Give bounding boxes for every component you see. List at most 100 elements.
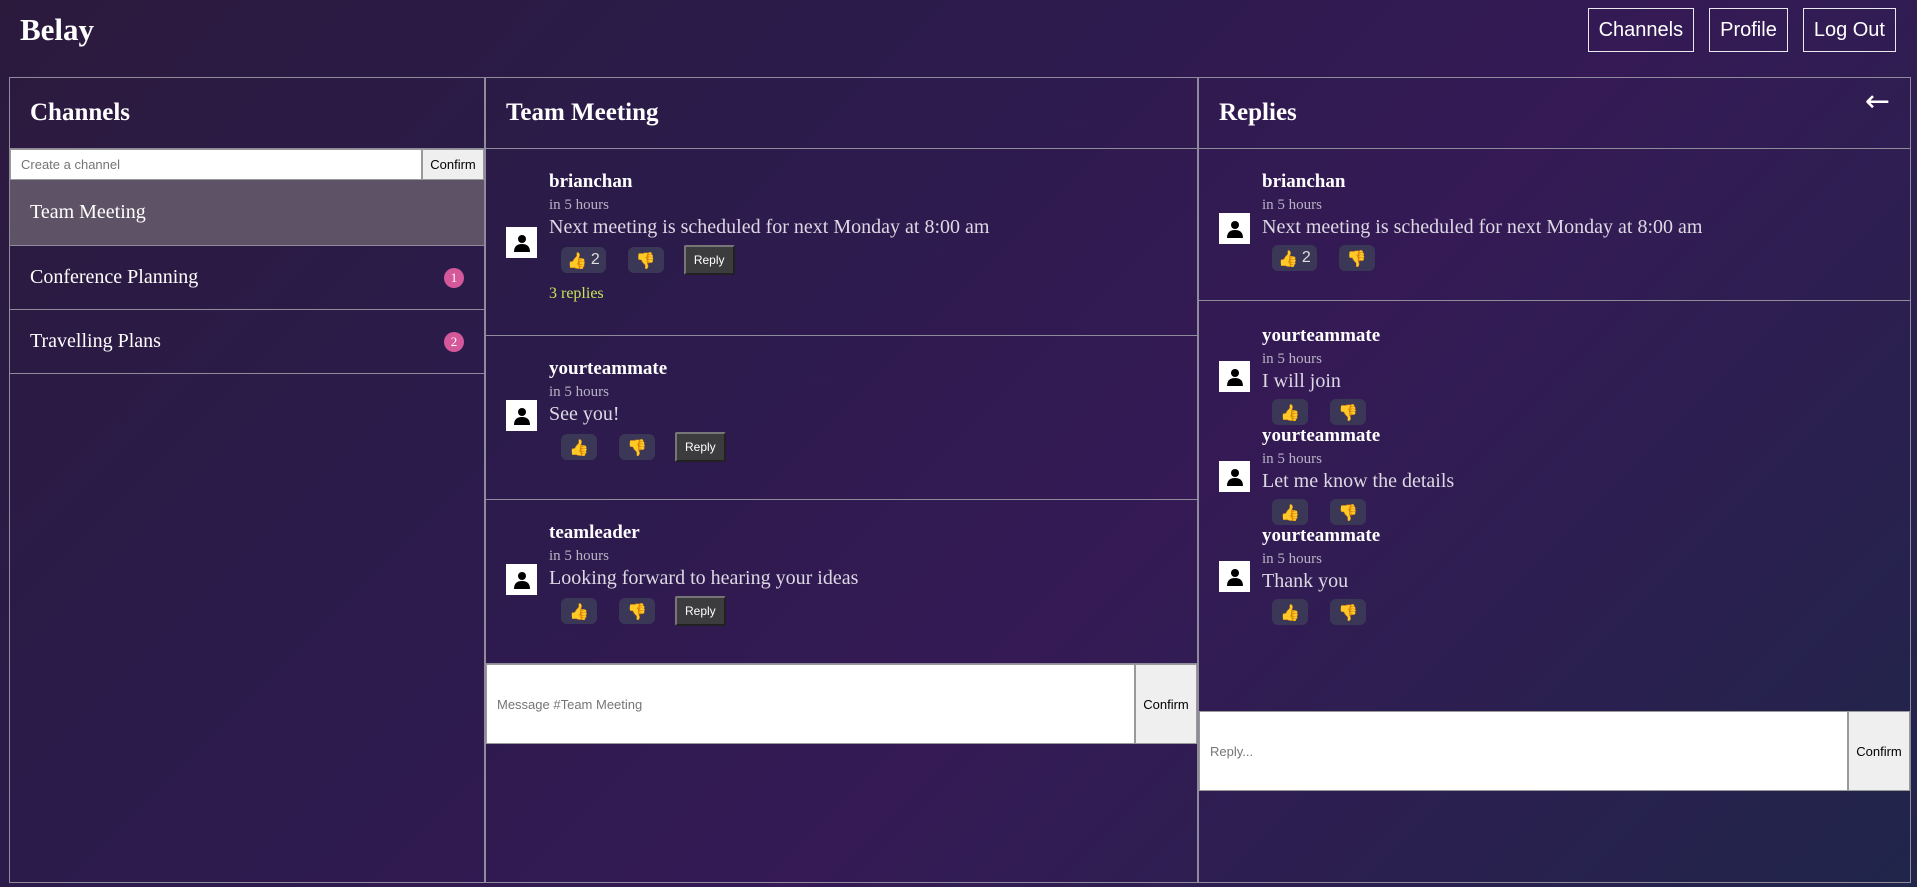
channel-name: Travelling Plans	[30, 330, 161, 352]
thumbs-down-icon: 👎	[627, 601, 647, 621]
thumbs-down-icon: 👎	[1346, 248, 1367, 268]
create-channel-confirm-button[interactable]: Confirm	[422, 149, 484, 180]
message-author: brianchan	[1262, 171, 1346, 192]
message-time: in 5 hours	[549, 548, 609, 564]
avatar-icon	[1219, 461, 1250, 492]
thumbs-up-icon: 👍	[1278, 248, 1298, 268]
message-time: in 5 hours	[1262, 351, 1322, 367]
unread-badge: 2	[444, 331, 464, 352]
thumbs-up-icon: 👍	[569, 601, 589, 621]
top-nav: Channels Profile Log Out	[1587, 8, 1896, 52]
thumbs-up-icon: 👍	[1280, 402, 1300, 422]
thumbs-up-icon: 👍	[1280, 502, 1300, 522]
reply-item: yourteammate in 5 hours Thank you 👍 👎	[1199, 525, 1910, 671]
thread-panel: Team Meeting brianchan in 5 hours Next m…	[485, 77, 1198, 883]
message: yourteammate in 5 hours See you! 👍 👎 Rep…	[486, 336, 1197, 500]
reply-input[interactable]	[1199, 711, 1848, 791]
reactions: 👍 👎	[1272, 399, 1388, 425]
avatar-icon	[1219, 213, 1250, 244]
replies-panel: Replies ← brianchan in 5 hours Next meet…	[1198, 77, 1911, 883]
dislike-button[interactable]: 👎	[619, 434, 655, 460]
thumbs-down-icon: 👎	[635, 250, 656, 270]
reply-button[interactable]: Reply	[683, 245, 735, 275]
profile-nav-button[interactable]: Profile	[1709, 8, 1788, 52]
message-text: Next meeting is scheduled for next Monda…	[549, 216, 990, 238]
thumbs-up-icon: 👍	[569, 437, 589, 457]
message-time: in 5 hours	[1262, 551, 1322, 567]
like-button[interactable]: 👍 2	[561, 247, 606, 273]
replies-link[interactable]: 3 replies	[549, 285, 989, 303]
message-author: yourteammate	[1262, 425, 1381, 446]
message-time: in 5 hours	[1262, 451, 1322, 467]
thread-title: Team Meeting	[486, 78, 1197, 149]
reply-button[interactable]: Reply	[675, 596, 726, 626]
reply-button[interactable]: Reply	[675, 432, 726, 462]
message-text: Let me know the details	[1262, 470, 1455, 492]
create-channel-input[interactable]	[10, 149, 422, 180]
channel-name: Team Meeting	[30, 201, 146, 223]
message-text: See you!	[549, 403, 620, 425]
message-text: Thank you	[1262, 570, 1349, 592]
logout-button[interactable]: Log Out	[1802, 8, 1896, 52]
avatar-icon	[1219, 361, 1250, 392]
message-time: in 5 hours	[549, 197, 609, 213]
avatar-icon	[506, 227, 537, 258]
like-button[interactable]: 👍	[561, 598, 597, 624]
thumbs-down-icon: 👎	[1338, 602, 1358, 622]
dislike-button[interactable]: 👎	[619, 598, 655, 624]
message-text: Next meeting is scheduled for next Monda…	[1262, 216, 1703, 238]
reply-composer: Confirm	[1199, 711, 1910, 791]
reactions: 👍 👎 Reply	[561, 596, 858, 626]
channel-item-conference-planning[interactable]: Conference Planning 1	[10, 246, 484, 310]
message-author: yourteammate	[1262, 325, 1381, 346]
reactions: 👍 2 👎	[1272, 245, 1702, 271]
message-composer: Confirm	[486, 664, 1197, 744]
reactions: 👍 👎 Reply	[561, 432, 726, 462]
reply-confirm-button[interactable]: Confirm	[1848, 711, 1910, 791]
like-button[interactable]: 👍 2	[1272, 245, 1317, 271]
message-text: I will join	[1262, 370, 1341, 392]
message-author: brianchan	[549, 171, 633, 192]
message-time: in 5 hours	[549, 384, 609, 400]
like-button[interactable]: 👍	[1272, 499, 1308, 525]
like-button[interactable]: 👍	[1272, 399, 1308, 425]
avatar-icon	[506, 400, 537, 431]
dislike-button[interactable]: 👎	[1330, 599, 1366, 625]
thumbs-down-icon: 👎	[1338, 502, 1358, 522]
dislike-button[interactable]: 👎	[1338, 245, 1375, 271]
like-count: 2	[1301, 249, 1311, 266]
dislike-button[interactable]: 👎	[627, 247, 664, 273]
message-author: teamleader	[549, 522, 640, 543]
channel-item-travelling-plans[interactable]: Travelling Plans 2	[10, 310, 484, 374]
message-confirm-button[interactable]: Confirm	[1135, 664, 1197, 744]
channel-name: Conference Planning	[30, 266, 199, 288]
message-time: in 5 hours	[1262, 197, 1322, 213]
replies-title: Replies	[1199, 78, 1910, 149]
reply-item: yourteammate in 5 hours I will join 👍 👎	[1199, 301, 1910, 431]
channel-item-team-meeting[interactable]: Team Meeting	[10, 180, 484, 246]
like-button[interactable]: 👍	[561, 434, 597, 460]
reactions: 👍 👎	[1272, 599, 1388, 625]
create-channel-row: Confirm	[10, 149, 484, 180]
dislike-button[interactable]: 👎	[1330, 399, 1366, 425]
dislike-button[interactable]: 👎	[1330, 499, 1366, 525]
message-input[interactable]	[486, 664, 1135, 744]
thumbs-up-icon: 👍	[1280, 602, 1300, 622]
back-arrow-icon[interactable]: ←	[1865, 84, 1890, 119]
parent-message: brianchan in 5 hours Next meeting is sch…	[1199, 149, 1910, 301]
unread-badge: 1	[444, 267, 464, 288]
app-title: Belay	[20, 12, 95, 47]
message-text: Looking forward to hearing your ideas	[549, 567, 859, 589]
message-author: yourteammate	[1262, 525, 1381, 546]
message: brianchan in 5 hours Next meeting is sch…	[486, 149, 1197, 336]
channels-panel-title: Channels	[10, 78, 484, 149]
channels-nav-button[interactable]: Channels	[1587, 8, 1695, 52]
thumbs-up-icon: 👍	[567, 250, 587, 270]
reactions: 👍 2 👎 Reply	[561, 245, 989, 275]
like-button[interactable]: 👍	[1272, 599, 1308, 625]
like-count: 2	[590, 251, 600, 268]
thumbs-down-icon: 👎	[627, 437, 647, 457]
channels-panel: Channels Confirm Team Meeting Conference…	[9, 77, 485, 883]
avatar-icon	[1219, 561, 1250, 592]
message: teamleader in 5 hours Looking forward to…	[486, 500, 1197, 664]
